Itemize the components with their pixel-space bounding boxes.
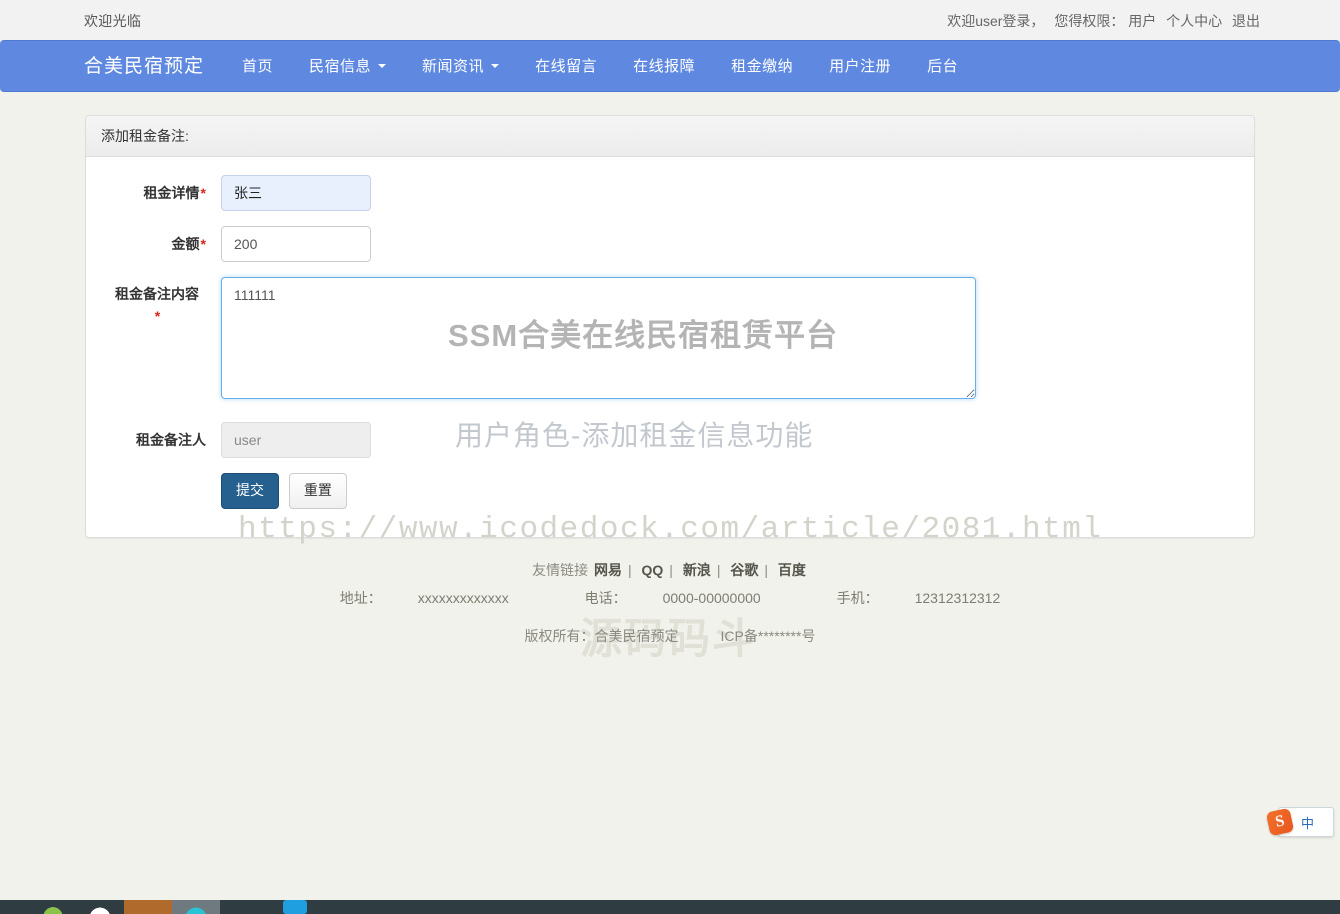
chevron-down-icon: [378, 64, 387, 68]
mobile-label: 手机：: [836, 590, 879, 606]
sogou-logo-icon: S: [1265, 807, 1295, 837]
form-actions: 提交 重置: [101, 473, 1239, 509]
nav-item-news[interactable]: 新闻资讯: [422, 57, 500, 75]
nav-item-label: 民宿信息: [309, 57, 372, 75]
friend-link-google[interactable]: 谷歌: [730, 562, 758, 578]
amount-input[interactable]: [221, 226, 371, 262]
label-text: 租金备注内容: [115, 286, 199, 302]
panel-title: 添加租金备注:: [86, 116, 1254, 157]
ime-mode-label[interactable]: 中: [1301, 813, 1314, 832]
panel-body: 租金详情* 金额* 租金备注内容*: [86, 157, 1254, 537]
control-wrap: 111111: [221, 277, 1239, 402]
label-text: 租金备注人: [136, 432, 206, 448]
top-welcome-bar: 欢迎光临 欢迎user登录， 您得权限： 用户 个人中心 退出: [0, 0, 1340, 40]
label-text: 租金详情: [143, 185, 200, 201]
required-marker: *: [200, 185, 206, 201]
nav-item-label: 用户注册: [829, 57, 892, 75]
nav-item-label: 首页: [242, 57, 274, 75]
friend-link-netease[interactable]: 网易: [594, 562, 622, 578]
nav-item-homestay-info[interactable]: 民宿信息: [309, 57, 387, 75]
login-greeting: 欢迎user登录，: [947, 13, 1045, 29]
role-label: 您得权限：: [1054, 13, 1125, 29]
phone-value: 0000-00000000: [662, 590, 761, 606]
nav-item-message[interactable]: 在线留言: [535, 59, 597, 74]
profile-link[interactable]: 个人中心: [1166, 13, 1222, 29]
required-marker: *: [200, 236, 206, 252]
chevron-down-icon: [491, 64, 500, 68]
form-group-rent-detail: 租金详情*: [101, 175, 1239, 211]
submit-button[interactable]: 提交: [221, 473, 279, 509]
label-amount: 金额*: [101, 226, 221, 254]
link-separator: |: [716, 562, 721, 578]
friendly-links-label: 友情链接: [532, 562, 589, 578]
site-brand[interactable]: 合美民宿预定: [84, 57, 204, 76]
note-author-input: [221, 422, 371, 458]
reset-button[interactable]: 重置: [288, 473, 347, 509]
note-content-textarea[interactable]: 111111: [221, 277, 976, 399]
nav-item-label: 租金缴纳: [731, 57, 794, 75]
nav-item-label: 后台: [927, 57, 959, 75]
link-separator: |: [764, 562, 768, 578]
content-container: 添加租金备注: 租金详情* 金额*: [85, 115, 1255, 538]
phone-item: 电话： 0000-00000000: [567, 590, 779, 606]
account-area: 欢迎user登录， 您得权限： 用户 个人中心 退出: [947, 11, 1260, 31]
icp-text: ICP备********号: [720, 628, 816, 644]
control-wrap: [221, 175, 1239, 211]
friend-link-qq[interactable]: QQ: [642, 562, 664, 578]
ime-indicator[interactable]: S 中: [1265, 807, 1334, 837]
form-group-note-author: 租金备注人: [101, 422, 1239, 458]
nav-item-label: 在线报障: [633, 57, 696, 75]
taskbar-icon-terminal[interactable]: [184, 900, 208, 914]
copyright-text: 版权所有：合美民宿预定: [524, 628, 679, 644]
taskbar-icon-browser[interactable]: [40, 900, 66, 914]
required-marker: *: [154, 308, 161, 324]
label-rent-detail: 租金详情*: [101, 175, 221, 203]
label-note-author: 租金备注人: [101, 422, 221, 450]
nav-item-label: 新闻资讯: [422, 57, 485, 75]
nav-item-admin[interactable]: 后台: [927, 59, 958, 74]
copyright-row: 版权所有：合美民宿预定 ICP备********号: [0, 626, 1340, 646]
navbar-inner: 合美民宿预定 首页 民宿信息 新闻资讯 在线留言 在线报障 租金缴纳 用户注册 …: [0, 41, 1340, 91]
nav-item-rent-payment[interactable]: 租金缴纳: [731, 59, 793, 74]
page-footer: 友情链接 网易 | QQ | 新浪 | 谷歌 | 百度 地址： xxxxxxxxxxxxx…: [0, 560, 1340, 654]
taskbar-item-folder[interactable]: [124, 900, 172, 914]
nav-item-label: 在线留言: [535, 57, 598, 75]
friendly-links-row: 友情链接 网易 | QQ | 新浪 | 谷歌 | 百度: [0, 560, 1340, 580]
rent-detail-input[interactable]: [221, 175, 371, 211]
actions-spacer: [101, 473, 221, 481]
form-group-note-content: 租金备注内容 * 111111: [101, 277, 1239, 402]
taskbar-icon-editor[interactable]: [283, 900, 307, 914]
actions-wrap: 提交 重置: [221, 473, 1239, 509]
contact-row: 地址： xxxxxxxxxxxxx 电话： 0000-00000000 手机： 123…: [0, 588, 1340, 608]
mobile-value: 12312312312: [914, 590, 1001, 606]
address-value: xxxxxxxxxxxxx: [417, 590, 509, 606]
link-separator: |: [627, 562, 632, 578]
nav-item-fault-report[interactable]: 在线报障: [633, 59, 695, 74]
address-label: 地址：: [339, 590, 382, 606]
add-rent-note-panel: 添加租金备注: 租金详情* 金额*: [85, 115, 1255, 538]
label-note-content: 租金备注内容 *: [101, 277, 221, 327]
welcome-text: 欢迎光临: [84, 13, 142, 29]
control-wrap: [221, 422, 1239, 458]
phone-label: 电话：: [584, 590, 627, 606]
label-text: 金额: [171, 236, 200, 252]
friend-link-baidu[interactable]: 百度: [778, 562, 806, 578]
role-value: 用户: [1128, 13, 1157, 29]
form-group-amount: 金额*: [101, 226, 1239, 262]
os-taskbar[interactable]: [0, 900, 1340, 914]
address-item: 地址： xxxxxxxxxxxxx: [322, 590, 527, 606]
mobile-item: 手机： 12312312312: [819, 590, 1019, 606]
nav-item-register[interactable]: 用户注册: [829, 59, 891, 74]
friend-link-sina[interactable]: 新浪: [683, 562, 711, 578]
main-navbar: 合美民宿预定 首页 民宿信息 新闻资讯 在线留言 在线报障 租金缴纳 用户注册 …: [0, 40, 1340, 92]
taskbar-icon-app[interactable]: [88, 900, 112, 914]
control-wrap: [221, 226, 1239, 262]
link-separator: |: [669, 562, 673, 578]
nav-item-home[interactable]: 首页: [242, 59, 273, 74]
logout-link[interactable]: 退出: [1232, 13, 1260, 29]
